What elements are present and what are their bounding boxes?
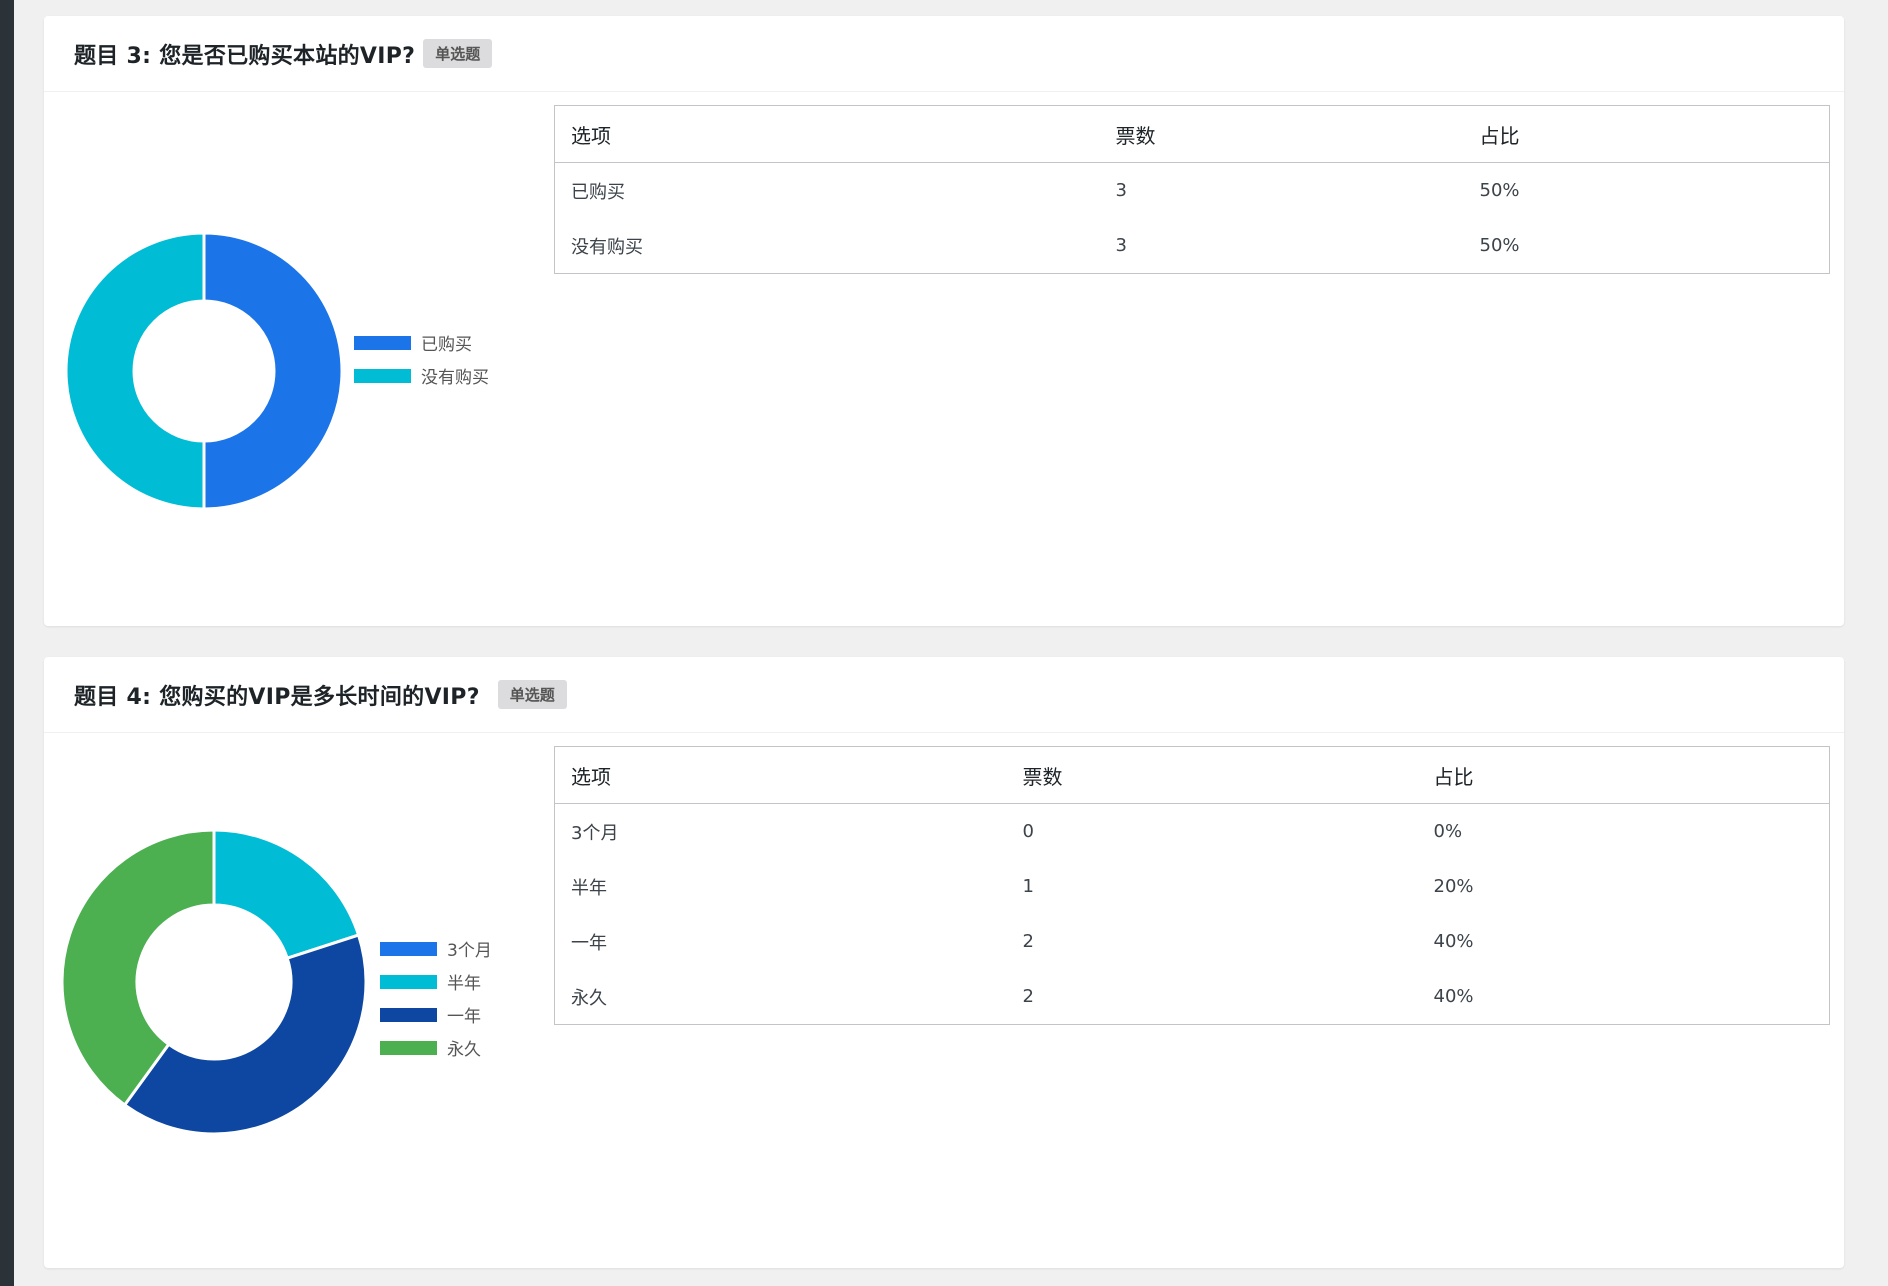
- question-type-badge: 单选题: [497, 680, 567, 709]
- option-cell: 没有购买: [571, 236, 643, 258]
- question-card-4: 题目 4: 您购买的VIP是多长时间的VIP? 单选题 3个月 半年 一年 永久 选项…: [44, 657, 1844, 1268]
- votes-cell: 3: [1115, 235, 1127, 256]
- slice-半年: [212, 828, 361, 961]
- table-row: 半年 1 20%: [555, 859, 1830, 914]
- percent-cell: 50%: [1479, 180, 1520, 201]
- question-title: 题目 4: 您购买的VIP是多长时间的VIP?: [74, 684, 480, 710]
- option-cell: 半年: [571, 877, 607, 899]
- question-card-3: 题目 3: 您是否已购买本站的VIP? 单选题 已购买 没有购买 选项 票数 占比…: [44, 16, 1844, 626]
- legend-swatch: [354, 368, 411, 383]
- votes-cell: 0: [1022, 821, 1034, 842]
- table-header-row: 选项 票数 占比: [554, 746, 1830, 804]
- admin-sidebar-edge: [0, 0, 14, 1286]
- legend-label: 一年: [447, 1007, 481, 1027]
- legend-label: 半年: [447, 974, 481, 994]
- legend-swatch: [354, 335, 411, 350]
- legend-item[interactable]: 3个月: [380, 932, 492, 965]
- legend-label: 已购买: [421, 335, 472, 355]
- card-header: 题目 3: 您是否已购买本站的VIP? 单选题: [44, 16, 1844, 92]
- percent-cell: 40%: [1433, 931, 1474, 952]
- table-row: 永久 2 40%: [555, 969, 1830, 1025]
- table-row: 已购买 3 50%: [555, 163, 1830, 219]
- votes-cell: 2: [1022, 986, 1034, 1007]
- column-header-option: 选项: [554, 746, 1007, 804]
- legend-swatch: [380, 1007, 437, 1022]
- legend-label: 3个月: [447, 941, 492, 961]
- legend-label: 没有购买: [421, 368, 489, 388]
- legend-item[interactable]: 半年: [380, 965, 492, 998]
- donut-chart: [64, 231, 344, 511]
- percent-cell: 0%: [1433, 821, 1463, 842]
- donut-chart: [60, 828, 368, 1136]
- column-header-percent: 占比: [1417, 746, 1830, 804]
- chart-legend: 已购买 没有购买: [354, 326, 489, 392]
- legend-swatch: [380, 974, 437, 989]
- question-type-badge: 单选题: [423, 39, 493, 68]
- column-header-votes: 票数: [1006, 746, 1418, 804]
- slice-一年: [122, 933, 368, 1136]
- option-cell: 已购买: [571, 181, 625, 203]
- results-table: 选项 票数 占比 已购买 3 50% 没有购买 3 50%: [554, 105, 1830, 274]
- column-header-votes: 票数: [1099, 105, 1464, 163]
- legend-swatch: [380, 941, 437, 956]
- legend-item[interactable]: 已购买: [354, 326, 489, 359]
- column-header-option: 选项: [554, 105, 1100, 163]
- option-cell: 永久: [571, 987, 607, 1009]
- legend-item[interactable]: 没有购买: [354, 359, 489, 392]
- votes-cell: 2: [1022, 931, 1034, 952]
- table-row: 没有购买 3 50%: [555, 218, 1830, 274]
- percent-cell: 20%: [1433, 876, 1474, 897]
- votes-cell: 3: [1115, 180, 1127, 201]
- question-title: 题目 3: 您是否已购买本站的VIP?: [74, 43, 416, 69]
- slice-没有购买: [64, 231, 206, 511]
- legend-label: 永久: [447, 1040, 481, 1060]
- results-table: 选项 票数 占比 3个月 0 0% 半年 1 20% 一年 2 40% 永久 2…: [554, 746, 1830, 1025]
- legend-swatch: [380, 1040, 437, 1055]
- table-row: 3个月 0 0%: [555, 804, 1830, 860]
- table-header-row: 选项 票数 占比: [554, 105, 1830, 163]
- legend-item[interactable]: 一年: [380, 998, 492, 1031]
- table-row: 一年 2 40%: [555, 914, 1830, 969]
- legend-item[interactable]: 永久: [380, 1031, 492, 1064]
- slice-已购买: [202, 231, 344, 511]
- percent-cell: 50%: [1479, 235, 1520, 256]
- column-header-percent: 占比: [1463, 105, 1830, 163]
- votes-cell: 1: [1022, 876, 1034, 897]
- card-header: 题目 4: 您购买的VIP是多长时间的VIP? 单选题: [44, 657, 1844, 733]
- chart-legend: 3个月半年一年永久: [380, 932, 492, 1064]
- percent-cell: 40%: [1433, 986, 1474, 1007]
- option-cell: 一年: [571, 932, 607, 954]
- option-cell: 3个月: [571, 822, 619, 844]
